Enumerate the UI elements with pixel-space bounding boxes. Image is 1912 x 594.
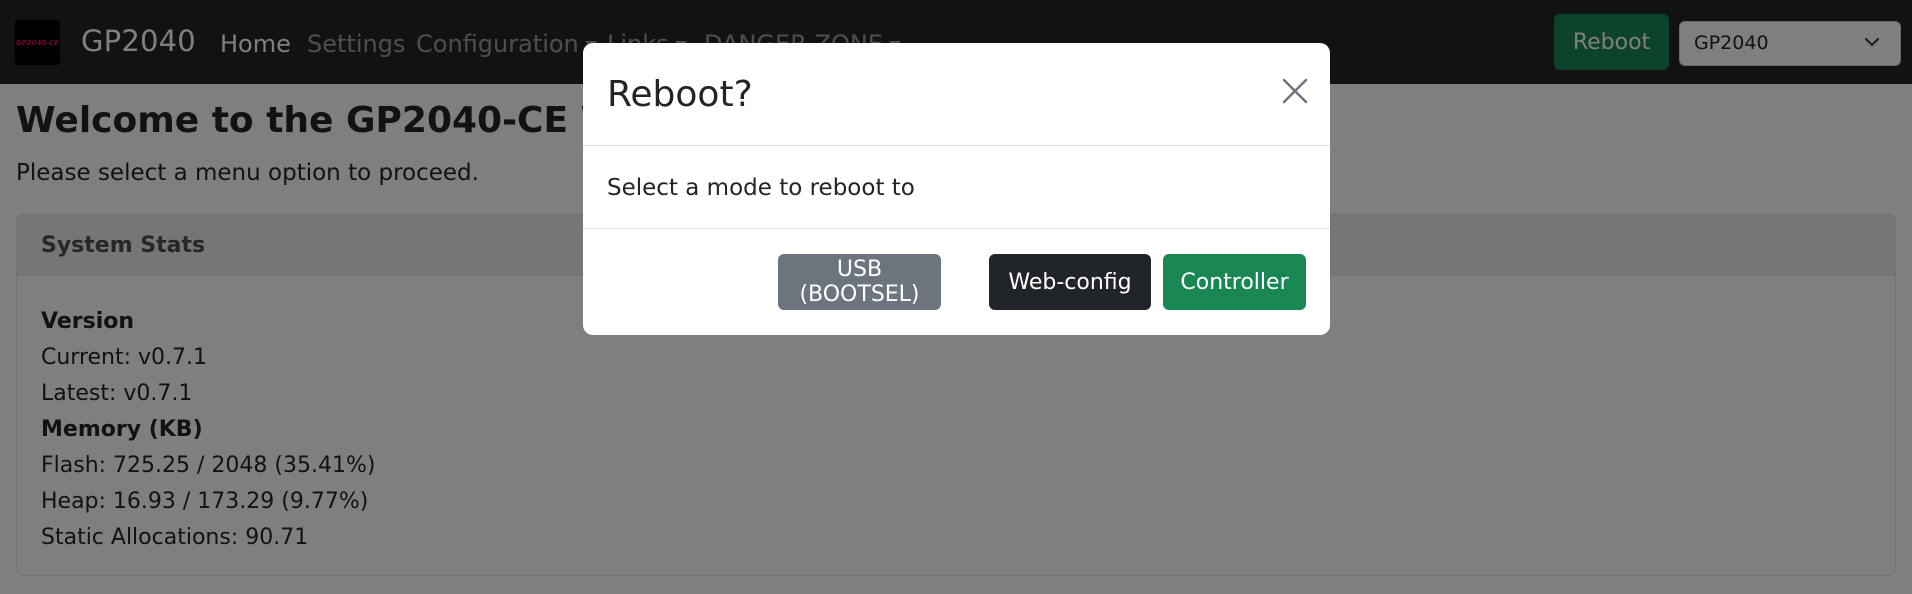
controller-button[interactable]: Controller [1163,254,1306,310]
modal-title: Reboot? [607,74,753,115]
close-icon[interactable] [1280,76,1310,106]
modal-footer: USB (BOOTSEL) Web-config Controller [583,229,1330,335]
reboot-modal: Reboot? Select a mode to reboot to USB (… [583,43,1330,335]
modal-body: Select a mode to reboot to [583,146,1330,229]
usb-bootsel-button[interactable]: USB (BOOTSEL) [778,254,941,310]
modal-header: Reboot? [583,43,1330,146]
web-config-button[interactable]: Web-config [989,254,1151,310]
